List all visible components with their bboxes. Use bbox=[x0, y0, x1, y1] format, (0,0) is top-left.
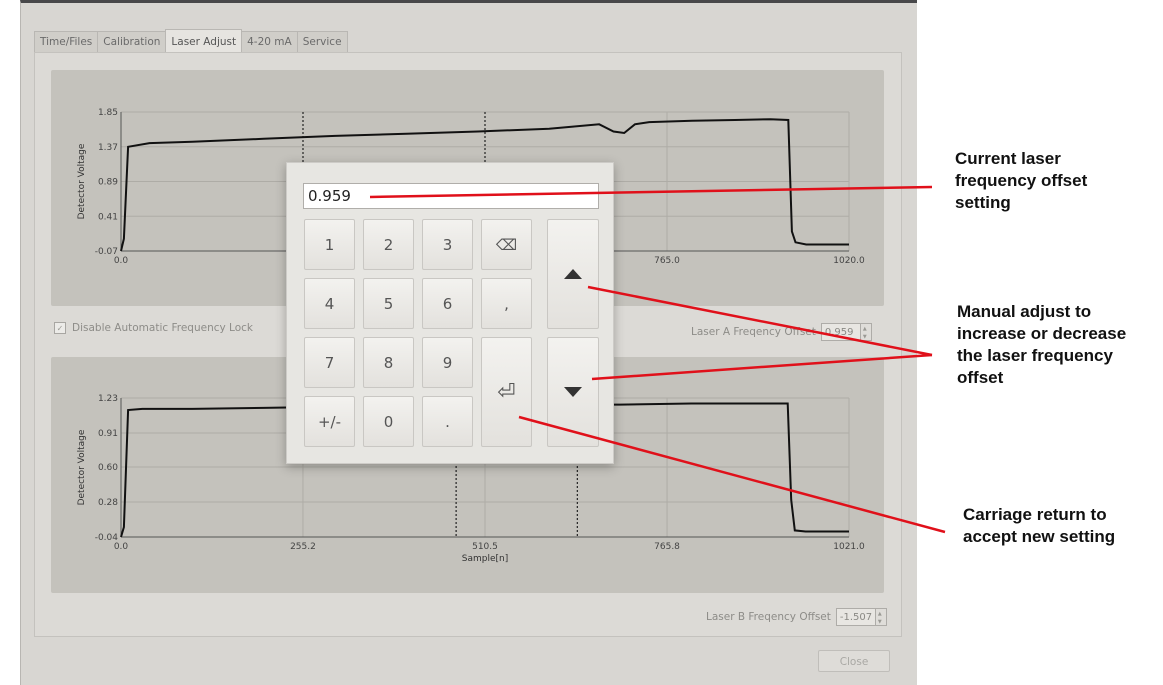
triangle-up-icon bbox=[564, 269, 582, 279]
annotation-carriage-line-2: accept new setting bbox=[963, 527, 1116, 546]
tab-4-20-ma[interactable]: 4-20 mA bbox=[241, 31, 298, 53]
tab-laser-adjust[interactable]: Laser Adjust bbox=[165, 29, 243, 53]
annotation-manual-line-3: the laser frequency bbox=[957, 346, 1113, 365]
disable-frequency-lock-label: Disable Automatic Frequency Lock bbox=[72, 322, 253, 334]
annotation-carriage-line-1: Carriage return to bbox=[963, 505, 1107, 524]
laser-b-offset-value[interactable]: -1.507 bbox=[835, 608, 876, 626]
key-5[interactable]: 5 bbox=[363, 278, 414, 329]
laser-b-offset-spinbox[interactable]: -1.507 ▲ ▼ bbox=[835, 608, 887, 626]
annotation-manual-line-2: increase or decrease bbox=[957, 324, 1127, 343]
decimal-point-key[interactable]: . bbox=[422, 396, 473, 447]
numeric-keypad-popup: 0.959 1 2 3 ⌫ 4 5 6 , 7 8 9 ⏎ +/- 0 . bbox=[286, 162, 614, 464]
key-8[interactable]: 8 bbox=[363, 337, 414, 388]
keypad-value-field[interactable]: 0.959 bbox=[303, 183, 599, 209]
comma-key[interactable]: , bbox=[481, 278, 532, 329]
disable-frequency-lock-row[interactable]: ✓ Disable Automatic Frequency Lock bbox=[54, 322, 253, 334]
enter-key[interactable]: ⏎ bbox=[481, 337, 532, 447]
disable-frequency-lock-checkbox[interactable]: ✓ bbox=[54, 322, 66, 334]
annotation-manual-line-1: Manual adjust to bbox=[957, 302, 1092, 321]
laser-b-offset-row: Laser B Freqency Offset -1.507 ▲ ▼ bbox=[706, 608, 887, 626]
laser-b-spin-buttons[interactable]: ▲ ▼ bbox=[875, 608, 887, 626]
key-7[interactable]: 7 bbox=[304, 337, 355, 388]
tab-time-files[interactable]: Time/Files bbox=[34, 31, 99, 53]
key-4[interactable]: 4 bbox=[304, 278, 355, 329]
annotation-current-line-2: frequency offset bbox=[955, 171, 1088, 190]
decrease-button[interactable] bbox=[547, 337, 599, 447]
laser-a-offset-row: Laser A Freqency Offset 0.959 ▲ ▼ bbox=[691, 323, 872, 341]
tab-bar: Time/Files Calibration Laser Adjust 4-20… bbox=[34, 29, 348, 53]
key-3[interactable]: 3 bbox=[422, 219, 473, 270]
plus-minus-key[interactable]: +/- bbox=[304, 396, 355, 447]
tab-calibration[interactable]: Calibration bbox=[97, 31, 167, 53]
annotation-current-line-1: Current laser bbox=[955, 149, 1061, 168]
annotation-carriage-return: Carriage return to accept new setting bbox=[963, 504, 1115, 548]
laser-a-offset-spinbox[interactable]: 0.959 ▲ ▼ bbox=[820, 323, 872, 341]
key-1[interactable]: 1 bbox=[304, 219, 355, 270]
key-0[interactable]: 0 bbox=[363, 396, 414, 447]
laser-a-offset-value[interactable]: 0.959 bbox=[820, 323, 861, 341]
annotation-current-offset: Current laser frequency offset setting bbox=[955, 148, 1087, 214]
backspace-icon: ⌫ bbox=[495, 235, 518, 254]
key-2[interactable]: 2 bbox=[363, 219, 414, 270]
carriage-return-icon: ⏎ bbox=[497, 379, 516, 405]
backspace-key[interactable]: ⌫ bbox=[481, 219, 532, 270]
key-9[interactable]: 9 bbox=[422, 337, 473, 388]
tab-service[interactable]: Service bbox=[296, 31, 348, 53]
annotation-manual-adjust: Manual adjust to increase or decrease th… bbox=[957, 301, 1126, 389]
laser-a-spin-buttons[interactable]: ▲ ▼ bbox=[860, 323, 872, 341]
annotation-current-line-3: setting bbox=[955, 193, 1011, 212]
key-6[interactable]: 6 bbox=[422, 278, 473, 329]
laser-b-offset-label: Laser B Freqency Offset bbox=[706, 611, 831, 623]
close-button[interactable]: Close bbox=[818, 650, 890, 672]
annotation-manual-line-4: offset bbox=[957, 368, 1004, 387]
laser-a-offset-label: Laser A Freqency Offset bbox=[691, 326, 816, 338]
triangle-down-icon bbox=[564, 387, 582, 397]
increase-button[interactable] bbox=[547, 219, 599, 329]
